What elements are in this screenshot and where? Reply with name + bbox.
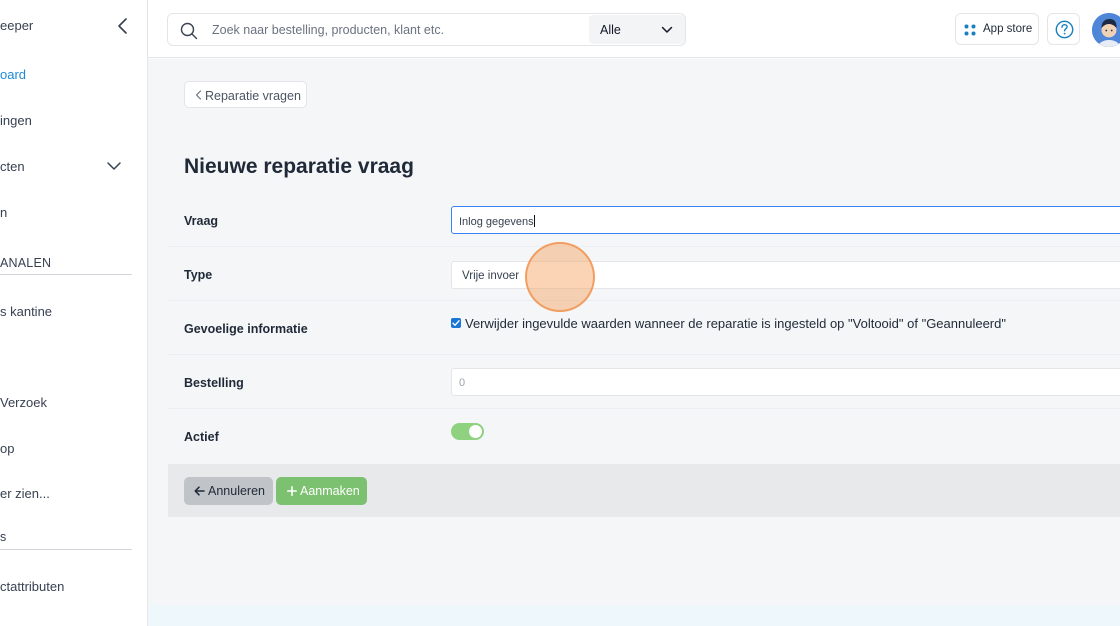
sidebar-item-productattributen[interactable]: ctattributen — [0, 579, 64, 594]
main-content: Reparatie vragen Nieuwe reparatie vraag … — [148, 59, 1120, 626]
app-store-button[interactable]: App store — [955, 13, 1039, 45]
search-input[interactable] — [212, 14, 584, 45]
bestelling-input-value: 0 — [459, 377, 466, 389]
vraag-input-value: Inlog gegevens — [459, 216, 534, 228]
chevron-left-icon — [195, 90, 202, 100]
sidebar-item-bestellingen[interactable]: ingen — [0, 113, 32, 128]
sidebar-item-kantine[interactable]: s kantine — [0, 304, 52, 319]
arrow-left-icon — [194, 486, 205, 496]
type-label: Type — [184, 268, 213, 282]
main-bottom-band — [148, 605, 1120, 626]
search-icon — [180, 22, 198, 40]
sidebar: eeper oard ingen cten n ANALEN s kantine… — [0, 0, 148, 626]
plus-icon — [287, 486, 297, 496]
cancel-button[interactable]: Annuleren — [184, 477, 273, 505]
form-row-bestelling: Bestelling 0 — [168, 355, 1120, 409]
chevron-down-icon[interactable] — [106, 158, 122, 174]
sidebar-item-klanten[interactable]: n — [0, 205, 7, 220]
sidebar-item-meer-zien[interactable]: er zien... — [0, 486, 50, 501]
toggle-knob — [469, 425, 482, 438]
search-bar: Alle — [167, 13, 686, 46]
click-indicator — [525, 242, 595, 312]
form-actions: Annuleren Aanmaken — [168, 464, 1120, 517]
back-button[interactable]: Reparatie vragen — [184, 81, 307, 108]
help-button[interactable] — [1047, 13, 1080, 45]
form-row-vraag: Vraag Inlog gegevens — [168, 193, 1120, 247]
avatar-illustration — [1092, 13, 1120, 47]
sidebar-item-verzoek[interactable]: Verzoek — [0, 395, 47, 410]
cancel-button-label: Annuleren — [208, 484, 265, 498]
check-icon — [452, 320, 460, 326]
collapse-sidebar-icon[interactable] — [116, 16, 130, 36]
actief-toggle[interactable] — [451, 423, 484, 440]
gevoelige-informatie-label: Gevoelige informatie — [184, 322, 308, 336]
bestelling-label: Bestelling — [184, 376, 244, 390]
search-scope-value: Alle — [600, 23, 621, 37]
actief-label: Actief — [184, 430, 219, 444]
vraag-label: Vraag — [184, 214, 219, 228]
back-button-label: Reparatie vragen — [205, 89, 301, 103]
search-scope-select[interactable]: Alle — [589, 15, 685, 44]
gevoelige-informatie-checkbox[interactable] — [451, 318, 461, 328]
sidebar-item-dashboard[interactable]: oard — [0, 67, 26, 82]
vraag-input[interactable]: Inlog gegevens — [451, 206, 1120, 234]
app-store-label: App store — [983, 23, 1033, 35]
chevron-down-icon — [661, 26, 673, 33]
form-row-type: Type Vrije invoer — [168, 247, 1120, 301]
sidebar-section-instellingen: s — [0, 530, 7, 544]
form-row-gevoelige-informatie: Gevoelige informatie Verwijder ingevulde… — [168, 301, 1120, 355]
sidebar-section-kanalen: ANALEN — [0, 256, 52, 270]
sidebar-divider — [0, 549, 132, 550]
avatar[interactable] — [1092, 13, 1120, 47]
page-title: Nieuwe reparatie vraag — [184, 155, 414, 178]
help-icon — [1055, 20, 1074, 39]
sidebar-item-producten[interactable]: cten — [0, 159, 25, 174]
grid-dots-icon — [964, 24, 976, 36]
sidebar-brand: eeper — [0, 18, 34, 33]
top-bar: Alle App store — [148, 0, 1120, 58]
type-select-value: Vrije invoer — [462, 270, 520, 282]
sidebar-divider — [0, 274, 132, 275]
form-row-actief: Actief — [168, 409, 1120, 463]
bestelling-input[interactable]: 0 — [451, 368, 1120, 396]
gevoelige-informatie-checkbox-label[interactable]: Verwijder ingevulde waarden wanneer de r… — [465, 316, 1006, 331]
create-button-label: Aanmaken — [300, 484, 360, 498]
create-button[interactable]: Aanmaken — [276, 477, 367, 505]
sidebar-item-shop[interactable]: op — [0, 441, 14, 456]
